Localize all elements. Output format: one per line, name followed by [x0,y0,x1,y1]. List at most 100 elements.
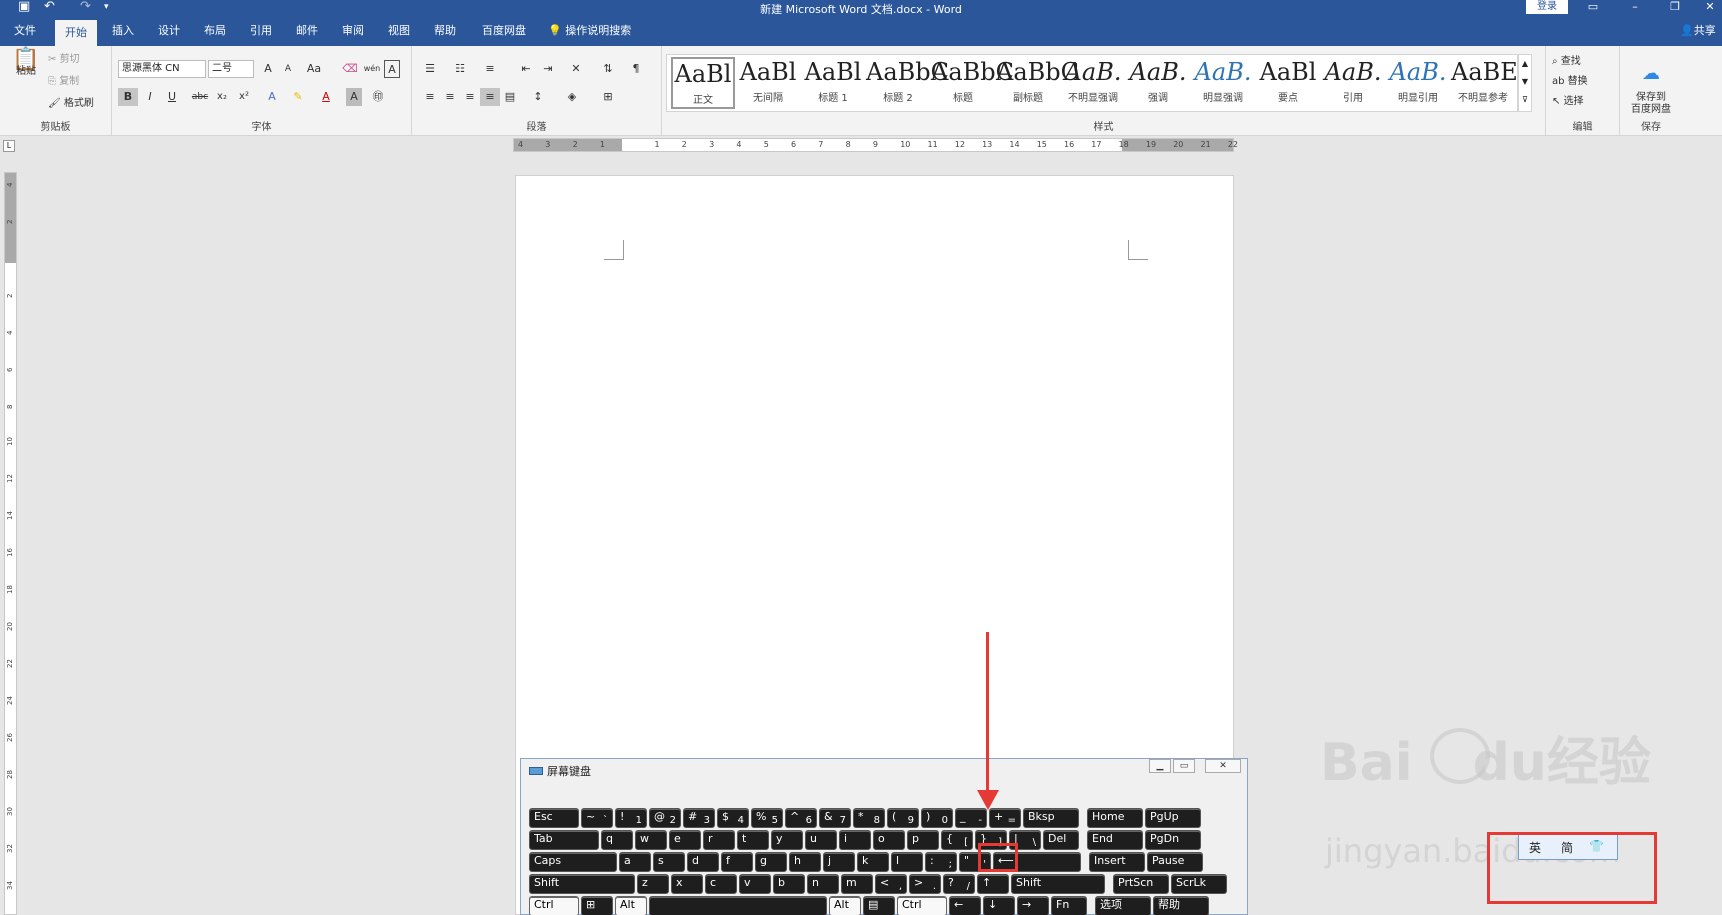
text-effects-icon[interactable]: A [262,88,282,106]
style-item[interactable]: AaB. 不明显强调 [1061,57,1125,109]
style-item[interactable]: AaB. 明显强调 [1191,57,1255,109]
osk-key[interactable]: i [839,830,871,850]
osk-key[interactable]: q [601,830,633,850]
osk-key[interactable]: w [635,830,667,850]
style-item[interactable]: AaBl 正文 [671,57,735,109]
osk-key[interactable]: ↓ [983,896,1015,915]
char-shading-icon[interactable]: A [346,88,362,106]
osk-key[interactable]: #3 [683,808,715,828]
osk-key[interactable]: Bksp [1023,808,1079,828]
horizontal-ruler[interactable]: 4 3 2 1 1 2 3 4 5 6 7 8 9 10 11 12 13 14 15 16 17 18 19 20 21 22 [513,138,1238,152]
osk-key[interactable]: PgDn [1145,830,1201,850]
tab-review[interactable]: 审阅 [334,16,372,46]
osk-key[interactable]: Esc [529,808,579,828]
osk-key[interactable]: <, [875,874,907,894]
osk-key[interactable]: o [873,830,905,850]
shrink-font-button[interactable]: A [278,60,298,78]
osk-key[interactable]: a [619,852,651,872]
style-item[interactable]: AaB. 明显引用 [1386,57,1450,109]
bullets-icon[interactable]: ☰ [420,60,440,78]
osk-key[interactable]: Ctrl [897,896,947,915]
vertical-ruler[interactable]: 4 2 2 4 6 8 10 12 14 16 18 20 22 24 26 28 30 32 34 [4,172,17,915]
tab-file[interactable]: 文件 [6,16,44,46]
style-item[interactable]: AaBbC 标题 2 [866,57,949,109]
osk-key[interactable]: c [705,874,737,894]
numbering-icon[interactable]: ☷ [450,60,470,78]
chinese-layout-icon[interactable]: ✕ [566,60,586,78]
ribbon-display-icon[interactable]: ▭ [1578,0,1608,16]
osk-key[interactable]: x [671,874,703,894]
tab-home[interactable]: 开始 [55,20,97,46]
enclose-char-icon[interactable]: ㊞ [368,88,388,106]
osk-key[interactable]: k [857,852,889,872]
subscript-button[interactable]: x₂ [212,88,232,106]
osk-key[interactable]: Home [1087,808,1143,828]
distributed-icon[interactable]: ▤ [500,88,520,106]
paste-button[interactable]: 📋 粘贴 [10,49,42,78]
increase-indent-icon[interactable]: ⇥ [538,60,558,78]
share-button[interactable]: 👤共享 [1680,16,1716,46]
osk-key[interactable]: * 8 [853,808,885,828]
tab-selector[interactable]: L [3,140,15,152]
underline-button[interactable]: U [162,88,182,106]
osk-key[interactable]: PgUp [1145,808,1201,828]
osk-key[interactable]: d [687,852,719,872]
osk-key[interactable]: & 7 [819,808,851,828]
osk-key[interactable]: ⊞ [581,896,613,915]
close-icon[interactable]: ✕ [1695,0,1722,16]
osk-key[interactable]: r [703,830,735,850]
tab-view[interactable]: 视图 [380,16,418,46]
osk-key[interactable]: h [789,852,821,872]
select-button[interactable]: ↖ 选择 [1552,96,1584,108]
osk-key[interactable]: z [637,874,669,894]
align-right-icon[interactable]: ≡ [460,88,480,106]
osk-key[interactable]: PrtScn [1113,874,1169,894]
font-name-combo[interactable]: 思源黑体 CN [118,60,206,78]
osk-key[interactable]: >. [909,874,941,894]
style-item[interactable]: AaB. 引用 [1321,57,1385,109]
char-border-icon[interactable]: A [384,60,400,78]
osk-key[interactable]: b [773,874,805,894]
osk-maximize-icon[interactable]: ▭ [1173,759,1195,773]
bold-button[interactable]: B [118,88,138,106]
osk-key[interactable]: Insert [1089,852,1145,872]
osk-key[interactable]: n [807,874,839,894]
style-item[interactable]: AaBl 标题 1 [801,57,865,109]
align-center-icon[interactable]: ≡ [440,88,460,106]
tab-insert[interactable]: 插入 [104,16,142,46]
osk-key[interactable]: % 5 [751,808,783,828]
osk-key[interactable]: y [771,830,803,850]
tell-me-search[interactable]: 💡 操作说明搜索 [548,16,631,46]
login-button[interactable]: 登录 [1526,0,1568,14]
tab-help[interactable]: 帮助 [426,16,464,46]
osk-close-icon[interactable]: ✕ [1205,759,1241,773]
osk-key[interactable]: Shift [529,874,635,894]
change-case-button[interactable]: Aa [304,60,324,78]
osk-key[interactable]: _ - [955,808,987,828]
osk-key[interactable]: $4 [717,808,749,828]
osk-key[interactable]: ← [949,896,981,915]
osk-key[interactable]: p [907,830,939,850]
tab-references[interactable]: 引用 [242,16,280,46]
osk-key[interactable]: l [891,852,923,872]
restore-icon[interactable]: ❐ [1660,0,1690,16]
phonetic-guide-button[interactable]: wén [362,60,382,78]
osk-key[interactable]: ~ ` [581,808,613,828]
highlight-icon[interactable]: ✎ [288,88,308,106]
osk-key[interactable]: + = [989,808,1021,828]
osk-key[interactable]: j [823,852,855,872]
osk-key[interactable]: f [721,852,753,872]
osk-key[interactable]: ↑ [977,874,1009,894]
osk-key[interactable]: :; [925,852,957,872]
clear-format-icon[interactable]: ⌫ [340,60,360,78]
multilevel-list-icon[interactable]: ≡ [480,60,500,78]
style-item[interactable]: AaBE 不明显参考 [1451,57,1518,109]
borders-icon[interactable]: ⊞ [598,88,618,106]
osk-key[interactable]: → [1017,896,1049,915]
osk-key[interactable]: e [669,830,701,850]
osk-minimize-icon[interactable]: ▁ [1149,759,1171,773]
style-item[interactable]: AaBl 无间隔 [736,57,800,109]
osk-key[interactable]: ? / [943,874,975,894]
italic-button[interactable]: I [140,88,160,106]
osk-key[interactable]: u [805,830,837,850]
